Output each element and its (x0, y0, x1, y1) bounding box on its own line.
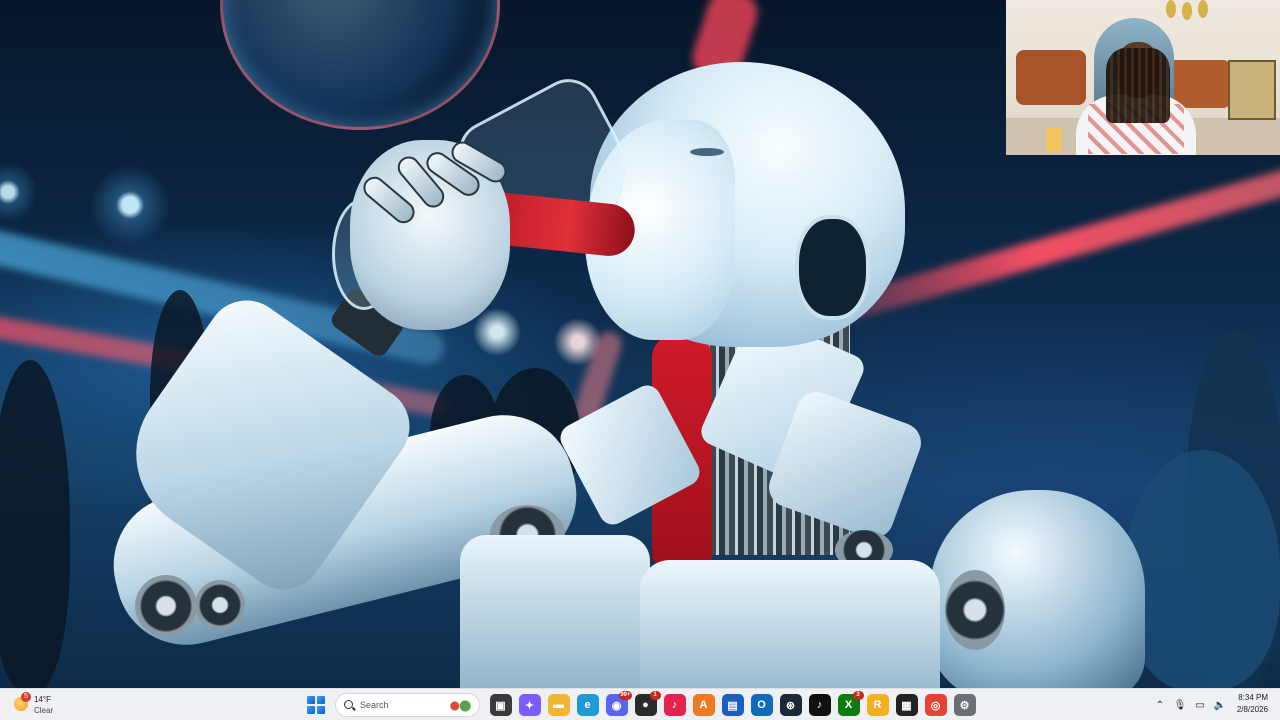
discord-app-button[interactable]: ◉ 99+ (605, 691, 632, 716)
stream-app-app-button[interactable]: ▦ (895, 694, 918, 716)
system-tray: ⌃ 🎙 ▭ 🔈 (1150, 693, 1230, 717)
windows-logo-icon (317, 696, 325, 704)
windows-logo-icon (307, 696, 315, 704)
gear-icon: ⚙ (959, 699, 970, 712)
tiktok-live-icon: ♪ (671, 699, 678, 711)
search-icon (344, 700, 353, 709)
taskbar-clock[interactable]: 8:34 PM 2/8/2026 (1237, 693, 1268, 714)
speaker-icon[interactable]: 🔈 (1213, 698, 1227, 712)
chat-app-icon: ● (642, 699, 649, 711)
notification-badge: 99+ (619, 691, 632, 700)
robot-chest-right (640, 560, 940, 688)
crowd-silhouette (1125, 450, 1280, 688)
chrome-icon: ◎ (930, 699, 941, 712)
notification-badge: 1 (649, 691, 661, 700)
settings-app-button[interactable]: ⚙ (953, 694, 976, 716)
clock-date: 2/8/2026 (1236, 705, 1268, 714)
steam-icon: ⊛ (785, 699, 796, 712)
webcam-streamer-hair (1106, 48, 1170, 123)
chevron-up-icon[interactable]: ⌃ (1153, 698, 1167, 712)
app-store-app-button[interactable]: ▤ (721, 694, 744, 716)
xbox-app-button[interactable]: X3 (837, 691, 864, 716)
robot-elbow-joint (135, 575, 197, 637)
store-icon: ▤ (727, 699, 738, 712)
search-box[interactable]: Search (335, 693, 480, 717)
discord-icon: ◉ (611, 699, 622, 712)
windows-logo-icon (317, 706, 325, 714)
robot-elbow-joint (195, 580, 245, 630)
webcam-balloon (1198, 0, 1208, 18)
webcam-shelf (1228, 60, 1276, 120)
outlook-icon: O (757, 699, 766, 711)
app-chat-app-button[interactable]: ● 1 (634, 691, 661, 716)
robot-eye (690, 148, 724, 156)
folder-icon: ▬ (553, 699, 564, 711)
robot-ear (795, 215, 870, 320)
microphone-icon[interactable]: 🎙 (1173, 698, 1187, 712)
robot-shoulder-joint (945, 570, 1005, 650)
rockstar-icon: R (873, 699, 882, 711)
taskbar-center: Search ▣ ✦ ▬ e ◉ 99+ ● 1 ♪ A ▤ O ⊛ ♪ X 3 R ▦ ◎ ⚙ (305, 691, 979, 718)
weather-widget[interactable]: 5 14°F Clear (10, 691, 80, 719)
crowd-silhouette (0, 360, 70, 688)
webcam-balloon (1182, 2, 1192, 20)
search-highlight-icon (447, 698, 473, 714)
windows-logo-icon (307, 706, 315, 714)
search-placeholder: Search (360, 700, 389, 710)
app-orange-app-button[interactable]: A (692, 694, 715, 716)
clock-time: 8:34 PM (1238, 693, 1268, 702)
robot-chest-left (460, 535, 650, 688)
edge-icon: e (584, 699, 591, 711)
task-view-icon: ▣ (495, 699, 506, 712)
weather-badge: 5 (21, 692, 31, 702)
webcam-overlay (1006, 0, 1280, 155)
tiktok-app-button[interactable]: ♪ (808, 694, 831, 716)
outlook-app-button[interactable]: O (750, 694, 773, 716)
webcam-cup (1046, 128, 1062, 152)
rockstar-app-button[interactable]: R (866, 694, 889, 716)
taskbar-pinned-apps: ▣ ✦ ▬ e ◉ 99+ ● 1 ♪ A ▤ O ⊛ ♪ X 3 R ▦ ◎ ⚙ (486, 691, 979, 716)
task-view-app-button[interactable]: ▣ (489, 694, 512, 716)
taskbar: 5 14°F Clear Search ▣ ✦ ▬ e ◉ 99+ ● 1 ♪ A ▤ O ⊛ ♪ X 3 R ▦… (0, 688, 1280, 720)
copilot-icon: ✦ (524, 699, 535, 712)
copilot-app-button[interactable]: ✦ (518, 694, 541, 716)
steam-app-button[interactable]: ⊛ (779, 694, 802, 716)
xbox-icon: X (844, 699, 853, 711)
notification-badge: 3 (852, 691, 864, 700)
webcam-sofa (1016, 50, 1086, 105)
tiktok-icon: ♪ (816, 699, 823, 711)
chrome-app-button[interactable]: ◎ (924, 694, 947, 716)
weather-temperature: 14°F (34, 695, 51, 704)
stream-app-icon: ▦ (901, 699, 912, 712)
display-icon[interactable]: ▭ (1193, 698, 1207, 712)
tiktok-live-app-button[interactable]: ♪ (663, 694, 686, 716)
start-button[interactable] (305, 694, 327, 716)
webcam-balloon (1166, 0, 1176, 18)
a-app-icon: A (699, 699, 708, 711)
robot-hand (350, 137, 511, 330)
weather-condition: Clear (34, 706, 54, 715)
edge-app-button[interactable]: e (576, 694, 599, 716)
file-explorer-app-button[interactable]: ▬ (547, 694, 570, 716)
glass-sphere (220, 0, 500, 130)
